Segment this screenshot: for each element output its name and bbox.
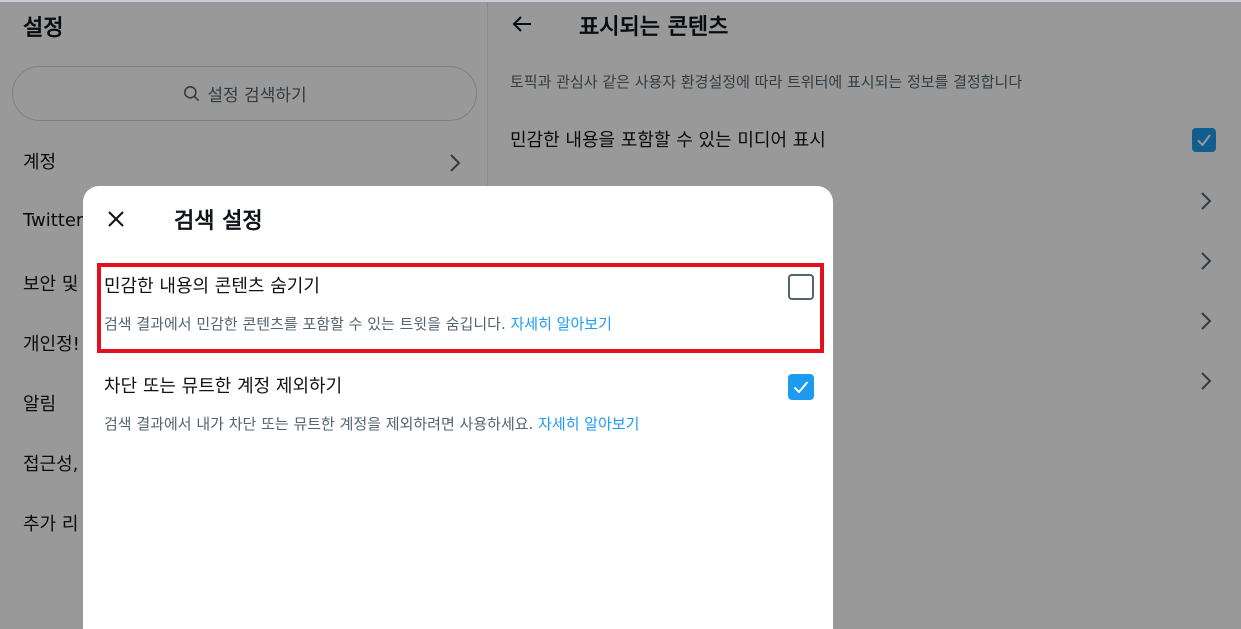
- hide-sensitive-label: 민감한 내용의 콘텐츠 숨기기: [104, 276, 320, 297]
- exclude-blocked-description: 검색 결과에서 내가 차단 또는 뮤트한 계정을 제외하려면 사용하세요. 자세…: [104, 413, 639, 434]
- exclude-blocked-desc-text: 검색 결과에서 내가 차단 또는 뮤트한 계정을 제외하려면 사용하세요.: [104, 415, 534, 433]
- exclude-blocked-label: 차단 또는 뮤트한 계정 제외하기: [104, 376, 343, 397]
- exclude-blocked-checkbox[interactable]: [788, 374, 814, 400]
- learn-more-link[interactable]: 자세히 알아보기: [511, 315, 612, 333]
- search-settings-dialog: 검색 설정 민감한 내용의 콘텐츠 숨기기 검색 결과에서 민감한 콘텐츠를 포…: [83, 186, 833, 629]
- hide-sensitive-description: 검색 결과에서 민감한 콘텐츠를 포함할 수 있는 트윗을 숨깁니다. 자세히 …: [104, 313, 612, 334]
- app-window: 설정 설정 검색하기 계정 Twitter 보안 및 개인정! 알림 접근성, …: [0, 0, 1241, 629]
- hide-sensitive-desc-text: 검색 결과에서 민감한 콘텐츠를 포함할 수 있는 트윗을 숨깁니다.: [104, 315, 506, 333]
- learn-more-link[interactable]: 자세히 알아보기: [538, 415, 639, 433]
- dialog-title: 검색 설정: [174, 209, 263, 234]
- close-icon[interactable]: [103, 206, 129, 232]
- checkmark-icon: [793, 381, 809, 394]
- hide-sensitive-checkbox[interactable]: [788, 274, 814, 300]
